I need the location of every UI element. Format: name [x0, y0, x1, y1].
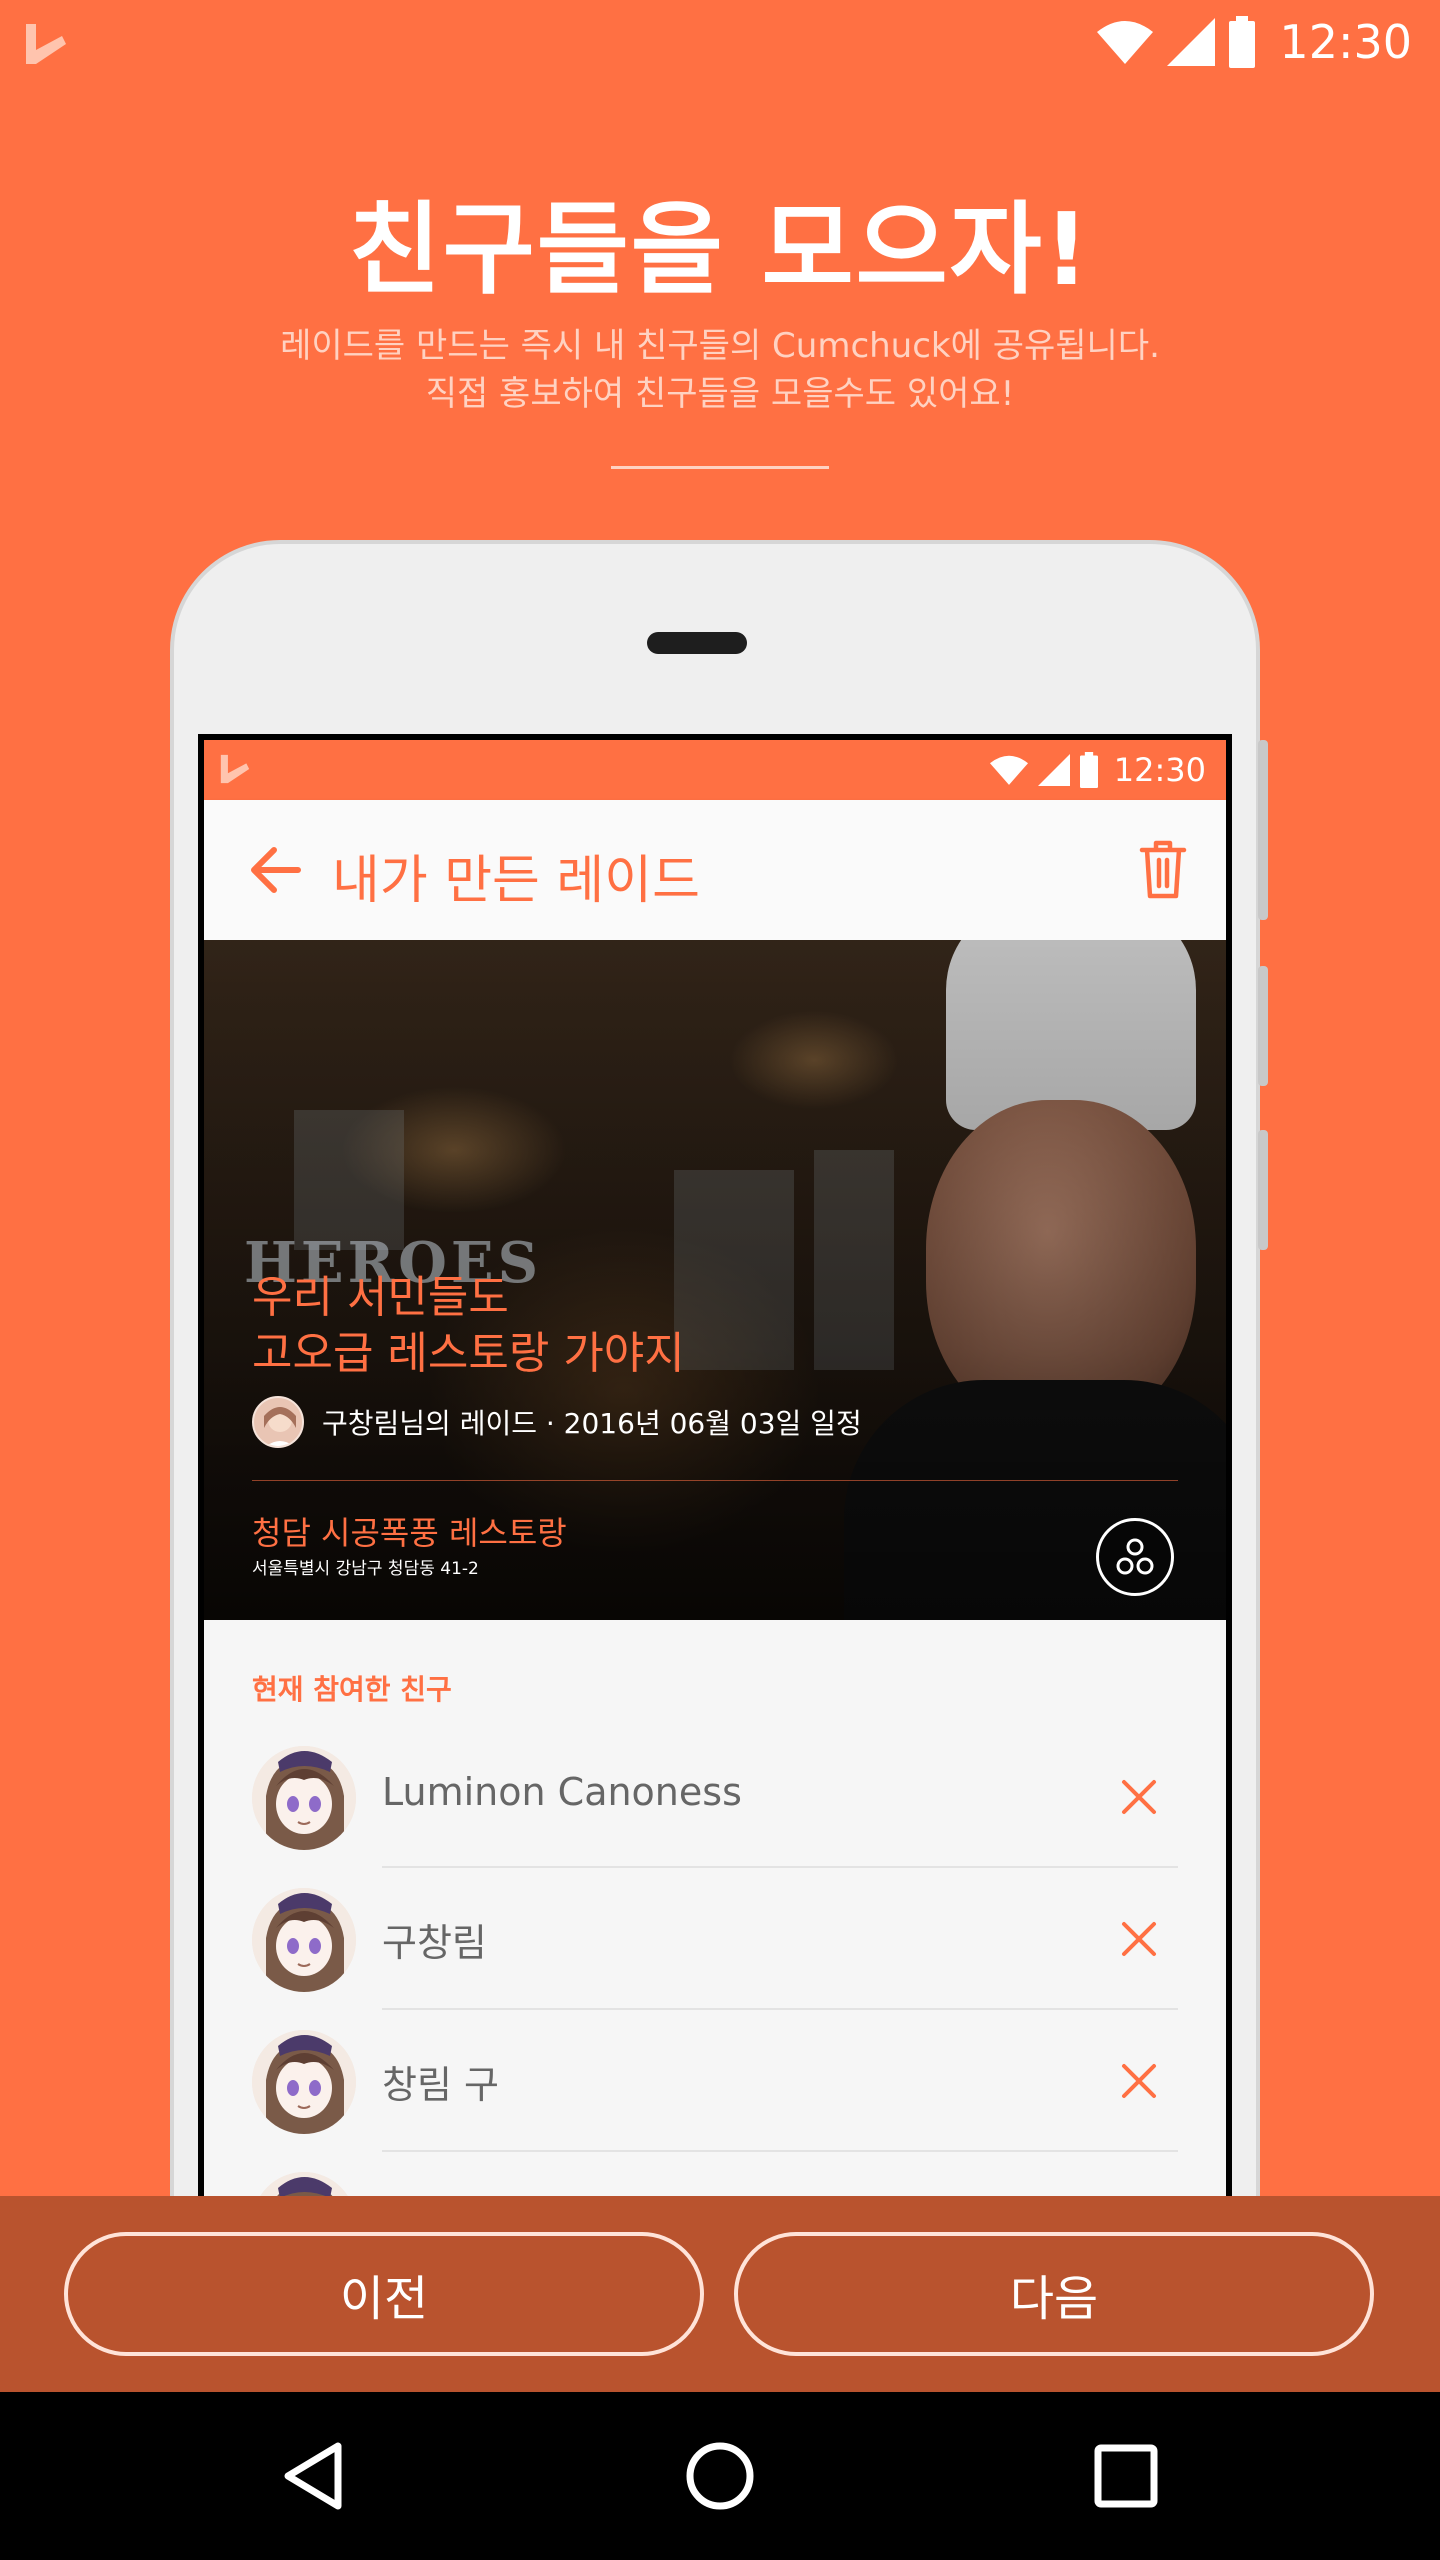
participants-heading: 현재 참여한 친구 — [252, 1673, 452, 1706]
raid-title: 우리 서민들도 고오급 레스토랑 가야지 — [252, 1270, 685, 1382]
trash-icon[interactable] — [1138, 838, 1188, 900]
subtitle-line-2: 직접 홍보하여 친구들을 모을수도 있어요! — [425, 374, 1015, 414]
device-screen: 12:30 내가 만든 레이드 HEROES 우리 서민들도 고오급 레스토랑 … — [198, 734, 1232, 2440]
participant-row: 창림 구 — [204, 2010, 1226, 2152]
signal-icon — [1037, 754, 1070, 786]
share-icon — [1116, 1538, 1154, 1575]
logo-icon — [220, 754, 250, 784]
device-side-button — [1258, 740, 1268, 920]
remove-icon[interactable] — [1118, 1776, 1160, 1818]
nav-recents-icon[interactable] — [1086, 2436, 1166, 2516]
participant-avatar — [252, 1746, 356, 1850]
participant-avatar — [252, 1888, 356, 1992]
back-arrow-icon[interactable] — [246, 842, 302, 898]
logo-icon — [26, 24, 66, 64]
bottom-action-bar: 이전 다음 — [0, 2196, 1440, 2392]
raid-title-line-1: 우리 서민들도 — [252, 1272, 509, 1323]
host-avatar — [252, 1396, 304, 1448]
status-time: 12:30 — [1279, 15, 1412, 69]
participant-name: 구창림 — [382, 1921, 487, 1965]
share-button[interactable] — [1096, 1518, 1174, 1596]
host-info-text: 구창림님의 레이드 · 2016년 06월 03일 일정 — [322, 1407, 862, 1440]
signal-icon — [1167, 18, 1216, 66]
participant-row: 구창림 — [204, 1868, 1226, 2010]
wifi-icon — [1097, 21, 1154, 64]
hero-divider — [252, 1480, 1178, 1481]
device-speaker — [647, 632, 747, 654]
system-nav-bar — [0, 2392, 1440, 2560]
device-side-button — [1258, 966, 1268, 1086]
preview-app-bar: 내가 만든 레이드 — [204, 800, 1226, 940]
status-bar: 12:30 — [0, 0, 1440, 84]
subtitle-line-1: 레이드를 만드는 즉시 내 친구들의 Cumchuck에 공유됩니다. — [280, 326, 1160, 366]
page-title: 친구들을 모으자! — [348, 191, 1092, 308]
raid-title-line-2: 고오급 레스토랑 가야지 — [252, 1328, 685, 1379]
preview-status-time: 12:30 — [1113, 751, 1206, 789]
remove-icon[interactable] — [1118, 1918, 1160, 1960]
device-side-button — [1258, 1130, 1268, 1250]
participant-row: Luminon Canoness — [204, 1726, 1226, 1868]
title-divider — [611, 466, 829, 469]
preview-status-bar: 12:30 — [204, 740, 1226, 800]
raid-hero: HEROES 우리 서민들도 고오급 레스토랑 가야지 구창림님의 레이드 · … — [204, 940, 1226, 1620]
next-button[interactable]: 다음 — [734, 2232, 1374, 2356]
place-name: 청담 시공폭풍 레스토랑 — [252, 1514, 567, 1552]
place-address: 서울특별시 강남구 청담동 41-2 — [252, 1559, 479, 1579]
participant-avatar — [252, 2030, 356, 2134]
prev-button[interactable]: 이전 — [64, 2232, 704, 2356]
battery-icon — [1079, 752, 1098, 788]
nav-back-icon[interactable] — [276, 2436, 356, 2516]
raid-host-info: 구창림님의 레이드 · 2016년 06월 03일 일정 — [252, 1395, 862, 1449]
preview-app-title: 내가 만든 레이드 — [332, 851, 700, 911]
remove-icon[interactable] — [1118, 2060, 1160, 2102]
participant-name: 창림 구 — [382, 2063, 499, 2107]
battery-icon — [1229, 16, 1256, 68]
wifi-icon — [989, 755, 1028, 785]
participant-name: Luminon Canoness — [382, 1770, 742, 1814]
nav-home-icon[interactable] — [680, 2436, 760, 2516]
